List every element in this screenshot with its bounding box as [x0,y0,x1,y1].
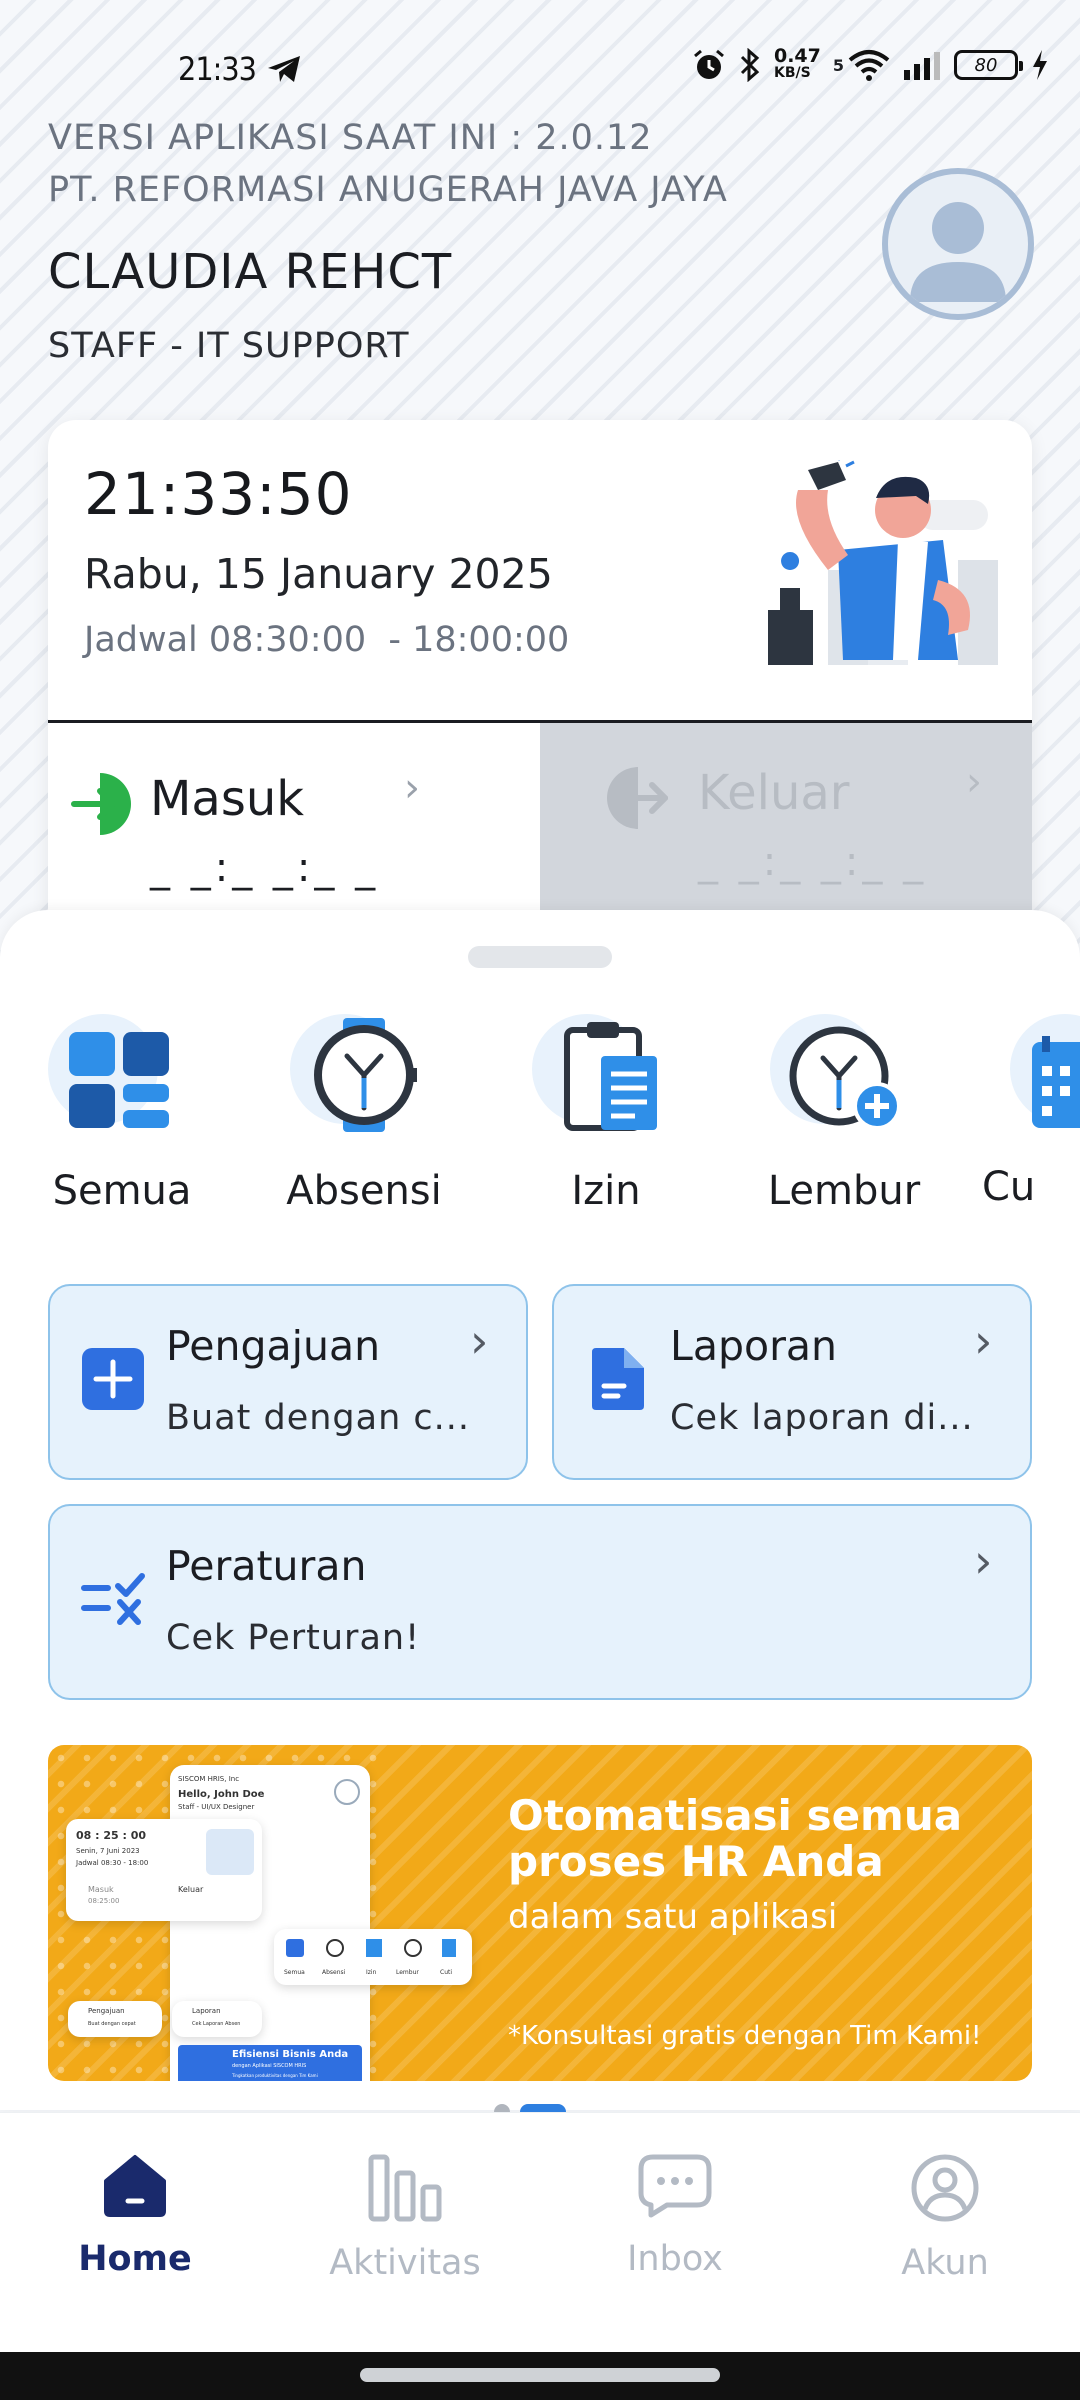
mock-pengajuan: Pengajuan Buat dengan cepat [68,2001,162,2037]
banner-headline: Otomatisasi semua proses HR Anda [508,1791,963,1886]
home-indicator[interactable] [360,2368,720,2382]
pengajuan-card[interactable]: Pengajuan Buat dengan c... › [48,1284,528,1480]
telegram-icon [268,56,300,82]
attendance-card: 21:33:50 Rabu, 15 January 2025 Jadwal 08… [48,420,1032,940]
mock-illustration [206,1829,254,1875]
overtime-clock-icon [789,1026,901,1130]
check-in-label: Masuk [150,771,305,827]
chevron-right-icon: › [470,1314,489,1368]
current-date: Rabu, 15 January 2025 [84,550,553,598]
mock-efisiensi-banner: Efisiensi Bisnis Anda dengan Aplikasi SI… [178,2045,362,2081]
mock-attendance-card: 08 : 25 : 00 Senin, 7 Juni 2023 Jadwal 0… [66,1819,262,1921]
user-role: STAFF - IT SUPPORT [48,326,410,366]
selfie-illustration [768,460,998,665]
home-icon [104,2155,166,2217]
avatar [334,1779,360,1805]
menu-absensi[interactable]: Absensi [264,1010,464,1214]
peraturan-card[interactable]: Peraturan Cek Perturan! › [48,1504,1032,1700]
company-name: PT. REFORMASI ANUGERAH JAVA JAYA [48,170,728,210]
nav-inbox[interactable]: Inbox [540,2153,810,2279]
bottom-nav: Home Aktivitas Inbox Akun [0,2112,1080,2352]
check-out-time: _ _:_ _:_ _ [698,839,928,885]
login-arrow-icon [71,773,131,835]
menu-cuti[interactable]: Cu [984,1010,1080,1210]
bluetooth-icon [740,48,760,82]
banner-note: *Konsultasi gratis dengan Tim Kami! [508,2021,982,2051]
current-clock: 21:33:50 [84,460,353,528]
mock-menu-row: Semua Absensi Izin Lembur Cuti [274,1929,472,1985]
avatar[interactable] [882,168,1034,320]
bar-chart-icon [368,2154,442,2222]
account-icon [911,2154,979,2222]
status-time: 21:33 [178,50,257,88]
clipboard-icon [564,1022,657,1131]
rules-checklist-icon [81,1573,145,1625]
check-in-button[interactable]: Masuk _ _:_ _:_ _ › [48,723,540,940]
chevron-right-icon: › [404,765,420,811]
logout-arrow-icon [607,767,668,829]
promo-banner[interactable]: SISCOM HRIS, Inc Hello, John Doe Staff -… [48,1745,1032,2081]
watch-icon [314,1018,417,1132]
signal-icon [904,52,940,80]
sheet-drag-handle[interactable] [468,946,612,968]
check-out-button[interactable]: Keluar _ _:_ _:_ _ › [540,723,1032,940]
network-type: 5 [832,55,844,75]
work-schedule: Jadwal 08:30:00 - 18:00:00 [84,620,570,660]
alarm-icon [694,49,724,79]
menu-semua[interactable]: Semua [22,1010,222,1214]
menu-izin[interactable]: Izin [506,1010,706,1214]
mock-laporan: Laporan Cek Laporan Absen [172,2001,262,2037]
nav-akun[interactable]: Akun [810,2153,1080,2283]
app-version: VERSI APLIKASI SAAT INI : 2.0.12 [48,118,653,158]
banner-subheadline: dalam satu aplikasi [508,1897,838,1937]
charging-icon [1033,50,1047,80]
calendar-icon [1032,1036,1080,1128]
chat-bubble-icon [638,2154,712,2218]
check-out-label: Keluar [698,765,850,821]
grid-apps-icon [69,1032,169,1128]
gesture-bar [0,2352,1080,2400]
laporan-card[interactable]: Laporan Cek laporan di... › [552,1284,1032,1480]
check-in-time: _ _:_ _:_ _ [150,845,380,891]
menu-lembur[interactable]: Lembur [744,1010,944,1214]
chevron-right-icon: › [966,759,982,805]
document-icon [592,1348,644,1410]
nav-home[interactable]: Home [0,2153,270,2279]
add-square-icon [82,1348,144,1410]
nav-aktivitas[interactable]: Aktivitas [270,2153,540,2283]
wifi-icon [848,50,890,81]
user-icon [910,202,1006,302]
network-speed: 0.47 KB/S [773,45,821,82]
status-icons: 0.47 KB/S 5 80 [692,45,1050,82]
user-name: CLAUDIA REHCT [48,244,453,300]
battery-indicator: 80 [954,50,1023,80]
chevron-right-icon: › [974,1314,993,1368]
chevron-right-icon: › [974,1534,993,1588]
